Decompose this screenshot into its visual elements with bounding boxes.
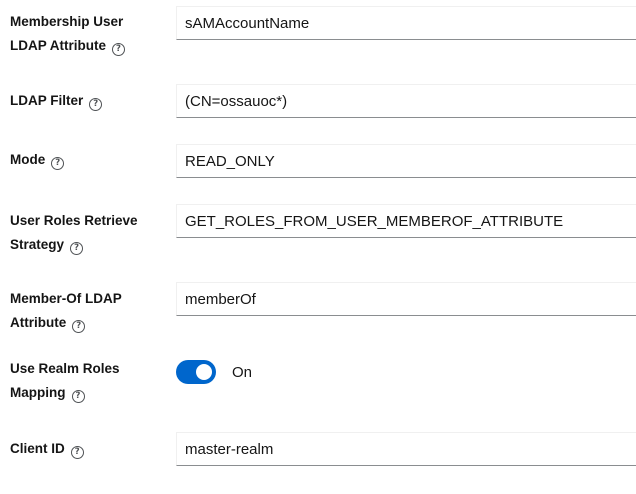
label-text: LDAP Filter — [10, 93, 84, 108]
field-label-mode: Mode? — [10, 148, 170, 172]
field-label-ldap-filter: LDAP Filter? — [10, 89, 170, 113]
label-text: Member-Of LDAP — [10, 291, 122, 306]
help-icon[interactable]: ? — [112, 43, 125, 56]
field-label-user-roles-retrieve-strategy: User Roles Retrieve Strategy? — [10, 209, 170, 257]
toggle-knob — [196, 364, 212, 380]
toggle-state-label: On — [232, 363, 253, 381]
label-text: Mode — [10, 152, 46, 167]
help-icon[interactable]: ? — [51, 157, 65, 170]
member-of-ldap-attribute-input[interactable]: memberOf — [176, 282, 636, 316]
user-roles-retrieve-strategy-select[interactable]: GET_ROLES_FROM_USER_MEMBEROF_ATTRIBUTE — [176, 204, 636, 238]
membership-user-ldap-attribute-input[interactable]: sAMAccountName — [176, 6, 636, 40]
field-label-use-realm-roles-mapping: Use Realm Roles Mapping? — [10, 357, 170, 405]
help-icon[interactable]: ? — [89, 98, 103, 111]
ldap-filter-input[interactable]: (CN=ossauoc*) — [176, 84, 636, 118]
label-text: Strategy — [10, 237, 65, 252]
label-text: Use Realm Roles — [10, 361, 120, 376]
help-icon[interactable]: ? — [71, 390, 85, 403]
field-label-member-of-ldap-attribute: Member-Of LDAP Attribute? — [10, 287, 170, 335]
help-icon[interactable]: ? — [70, 446, 84, 459]
toggle-switch[interactable] — [176, 360, 216, 384]
label-text: LDAP Attribute — [10, 38, 106, 53]
field-label-client-id: Client ID? — [10, 437, 170, 461]
mode-select[interactable]: READ_ONLY — [176, 144, 636, 178]
help-icon[interactable]: ? — [72, 320, 86, 333]
use-realm-roles-mapping-toggle[interactable]: On — [176, 360, 252, 384]
label-text: Client ID — [10, 441, 65, 456]
label-text: User Roles Retrieve — [10, 213, 138, 228]
label-text: Mapping — [10, 385, 66, 400]
help-icon[interactable]: ? — [70, 242, 84, 255]
client-id-select[interactable]: master-realm — [176, 432, 636, 466]
field-label-membership-user-ldap-attribute: Membership User LDAP Attribute? — [10, 10, 170, 58]
label-text: Membership User — [10, 14, 124, 29]
ldap-mapper-form: Membership User LDAP Attribute? sAMAccou… — [0, 0, 636, 494]
label-text: Attribute — [10, 315, 67, 330]
